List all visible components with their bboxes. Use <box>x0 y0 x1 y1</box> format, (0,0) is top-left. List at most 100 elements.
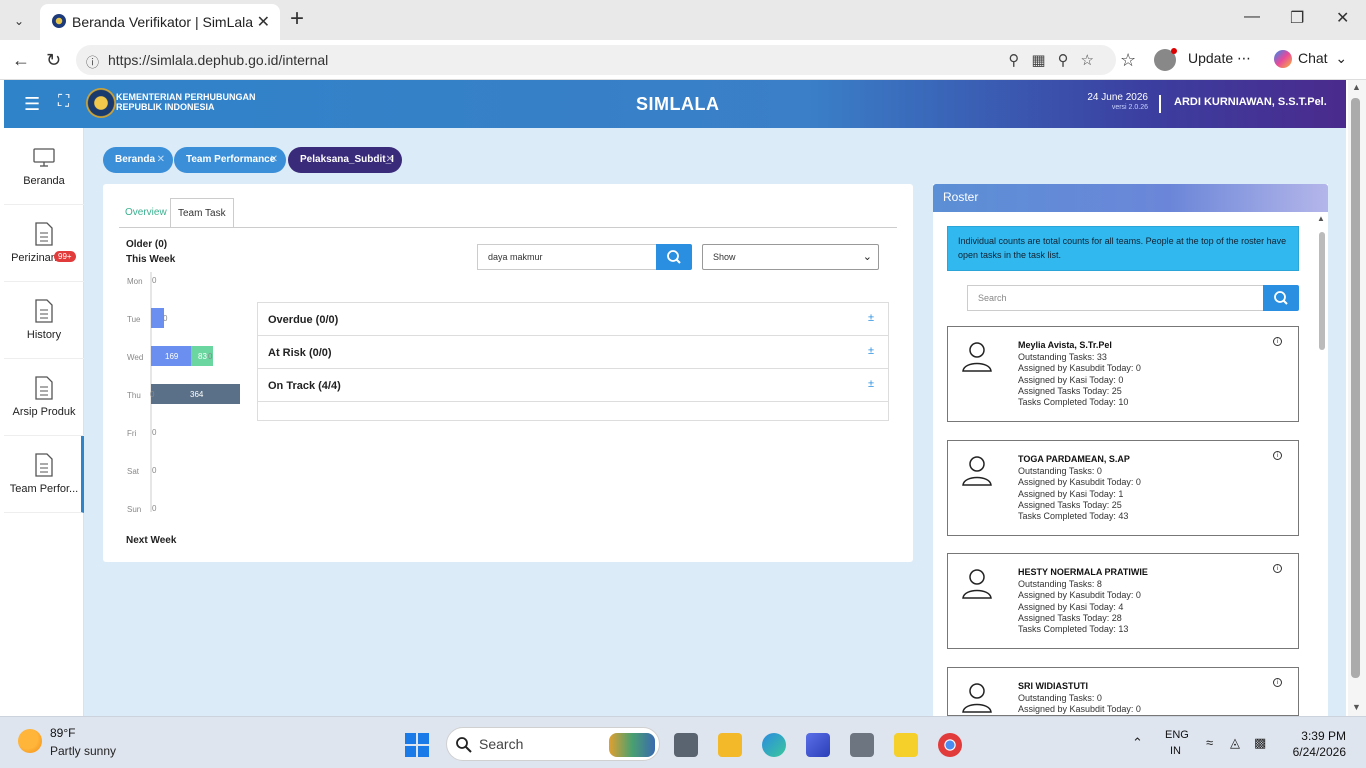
breadcrumb-beranda[interactable]: Beranda ✕ <box>103 147 173 173</box>
task-search-input[interactable]: daya makmur <box>477 244 657 270</box>
windows-start-icon[interactable] <box>405 733 429 757</box>
tab-team-task[interactable]: Team Task <box>170 198 234 228</box>
roster-stat: Assigned Tasks Today: 28 <box>1018 612 1122 623</box>
scroll-up-icon[interactable]: ▲ <box>1352 82 1361 92</box>
browser-tab[interactable]: Beranda Verifikator | SimLala ✕ <box>40 4 280 40</box>
roster-stat: Tasks Completed Today: 43 <box>1018 511 1129 522</box>
new-tab-icon[interactable]: + <box>290 6 304 32</box>
chart-data-label: 0 <box>152 466 157 475</box>
chat-button[interactable]: Chat ⌄ <box>1274 50 1347 69</box>
breadcrumb-team-performance[interactable]: Team Performance ✕ <box>174 147 286 173</box>
chart-data-label: 0 <box>208 352 213 361</box>
url-field[interactable]: ⓘ https://simlala.dephub.go.id/internal … <box>76 45 1116 75</box>
roster-search-button[interactable] <box>1263 285 1299 311</box>
tab-list-chevron-icon[interactable]: ⌄ <box>8 10 30 32</box>
weekly-task-chart: Mon 0Tue 0Wed 169 83 0Thu 0 364Fri 0Sat 0Sun 0 <box>127 272 240 512</box>
older-label[interactable]: Older (0) <box>126 239 167 250</box>
expand-icon[interactable]: ± <box>868 378 874 390</box>
roster-card[interactable]: HESTY NOERMALA PRATIWIE Outstanding Tasks… <box>947 553 1299 649</box>
volume-muted-icon[interactable]: ◬ <box>1230 735 1240 751</box>
update-button[interactable]: Update ⋯ <box>1188 50 1251 67</box>
accordion-at-risk[interactable]: At Risk (0/0) ± <box>258 336 888 369</box>
user-name[interactable]: ARDI KURNIAWAN, S.S.T.Pel. <box>1174 96 1327 108</box>
sidebar-item-label: Arsip Produk <box>12 406 76 418</box>
camera-icon[interactable] <box>850 733 874 757</box>
info-icon[interactable]: i <box>1273 337 1282 346</box>
window-close-icon[interactable]: ✕ <box>1336 8 1349 28</box>
roster-scroll-thumb[interactable] <box>1319 232 1325 350</box>
roster-card[interactable]: Meylia Avista, S.Tr.Pel Outstanding Tasks… <box>947 326 1299 422</box>
menu-icon[interactable]: ☰ <box>24 94 40 115</box>
expand-icon[interactable]: ± <box>868 312 874 324</box>
copilot-app-icon[interactable] <box>806 733 830 757</box>
roster-person-name: Meylia Avista, S.Tr.Pel <box>1018 340 1112 350</box>
scroll-down-icon[interactable]: ▼ <box>1352 702 1361 712</box>
breadcrumb-close-icon[interactable]: ✕ <box>386 147 394 173</box>
roster-scrollbar[interactable]: ▲ <box>1317 214 1325 714</box>
sidebar-item-label: History <box>26 329 62 341</box>
team-task-panel: Overview Team Task Older (0) This Week M… <box>103 184 913 562</box>
minimize-icon[interactable]: — <box>1244 8 1260 26</box>
sidebar-item-history[interactable]: History <box>4 282 84 359</box>
input-language[interactable]: ENG <box>1165 729 1189 741</box>
sidebar-item-team-performance[interactable]: Team Perfor... <box>4 436 84 513</box>
info-icon[interactable]: i <box>1273 451 1282 460</box>
site-info-icon[interactable]: ⓘ <box>86 52 99 71</box>
page-scrollbar[interactable]: ▲ ▼ <box>1348 80 1366 716</box>
accordion-title: On Track (4/4) <box>268 380 341 392</box>
accordion-overdue[interactable]: Overdue (0/0) ± <box>258 303 888 336</box>
sidebar-item-beranda[interactable]: Beranda <box>4 128 84 205</box>
wifi-icon[interactable]: ≈ <box>1206 735 1213 750</box>
clock-date[interactable]: 6/24/2026 <box>1274 745 1346 759</box>
sidebar-item-arsip-produk[interactable]: Arsip Produk <box>4 359 84 436</box>
task-search-button[interactable] <box>656 244 692 270</box>
reload-icon[interactable]: ↻ <box>46 50 61 71</box>
chart-day-label: Sat <box>127 467 140 476</box>
accordion-on-track[interactable]: On Track (4/4) ± <box>258 369 888 402</box>
roster-title: Roster <box>933 184 1328 212</box>
breadcrumb-close-icon[interactable]: ✕ <box>270 147 278 173</box>
fullscreen-icon[interactable]: ⛶ <box>58 93 69 111</box>
address-bar-icons[interactable]: ⚲▦⚲☆ <box>1008 51 1106 69</box>
taskbar-search[interactable]: Search <box>446 727 660 761</box>
battery-icon[interactable]: ▩ <box>1254 735 1266 751</box>
document-icon <box>35 453 53 477</box>
weather-temp[interactable]: 89°F <box>50 726 75 740</box>
roster-card[interactable]: SRI WIDIASTUTI Outstanding Tasks: 0 Assign… <box>947 667 1299 716</box>
breadcrumb-pelaksana[interactable]: Pelaksana_Subdit_I ✕ <box>288 147 402 173</box>
roster-stat: Tasks Completed Today: 10 <box>1018 397 1129 408</box>
roster-stat: Tasks Completed Today: 13 <box>1018 624 1129 635</box>
info-icon[interactable]: i <box>1273 564 1282 573</box>
weather-icon[interactable] <box>18 729 42 753</box>
sticky-notes-icon[interactable] <box>894 733 918 757</box>
input-region[interactable]: IN <box>1170 745 1181 757</box>
sidebar-item-perizinan[interactable]: Perizinan <box>4 205 84 282</box>
restore-icon[interactable]: ❐ <box>1290 8 1304 28</box>
next-week-label[interactable]: Next Week <box>126 535 176 546</box>
chart-day-label: Sun <box>127 505 141 512</box>
roster-search-input[interactable]: Search <box>967 285 1264 311</box>
weather-condition[interactable]: Partly sunny <box>50 744 116 758</box>
scroll-up-icon[interactable]: ▲ <box>1317 214 1325 223</box>
chart-data-label: 0 <box>163 314 168 323</box>
roster-stat: Assigned Tasks Today: 25 <box>1018 385 1122 396</box>
tab-overview[interactable]: Overview <box>118 198 174 228</box>
favorites-icon[interactable]: ☆ <box>1120 50 1136 71</box>
chrome-icon[interactable] <box>938 733 962 757</box>
show-select[interactable]: Show ⌄ <box>702 244 879 270</box>
task-view-icon[interactable] <box>674 733 698 757</box>
back-icon[interactable]: ← <box>12 50 30 71</box>
file-explorer-icon[interactable] <box>718 733 742 757</box>
app-title: SIMLALA <box>636 94 720 114</box>
tab-close-icon[interactable]: ✕ <box>257 12 270 32</box>
expand-icon[interactable]: ± <box>868 345 874 357</box>
chart-day-label: Tue <box>127 315 141 324</box>
edge-icon[interactable] <box>762 733 786 757</box>
tray-chevron-up-icon[interactable]: ⌃ <box>1132 735 1143 751</box>
page-scroll-thumb[interactable] <box>1351 98 1360 678</box>
roster-card[interactable]: TOGA PARDAMEAN, S.AP Outstanding Tasks: 0… <box>947 440 1299 536</box>
clock-time[interactable]: 3:39 PM <box>1290 729 1346 743</box>
breadcrumb-close-icon[interactable]: ✕ <box>157 147 165 173</box>
roster-info-box: Individual counts are total counts for a… <box>947 226 1299 271</box>
info-icon[interactable]: i <box>1273 678 1282 687</box>
